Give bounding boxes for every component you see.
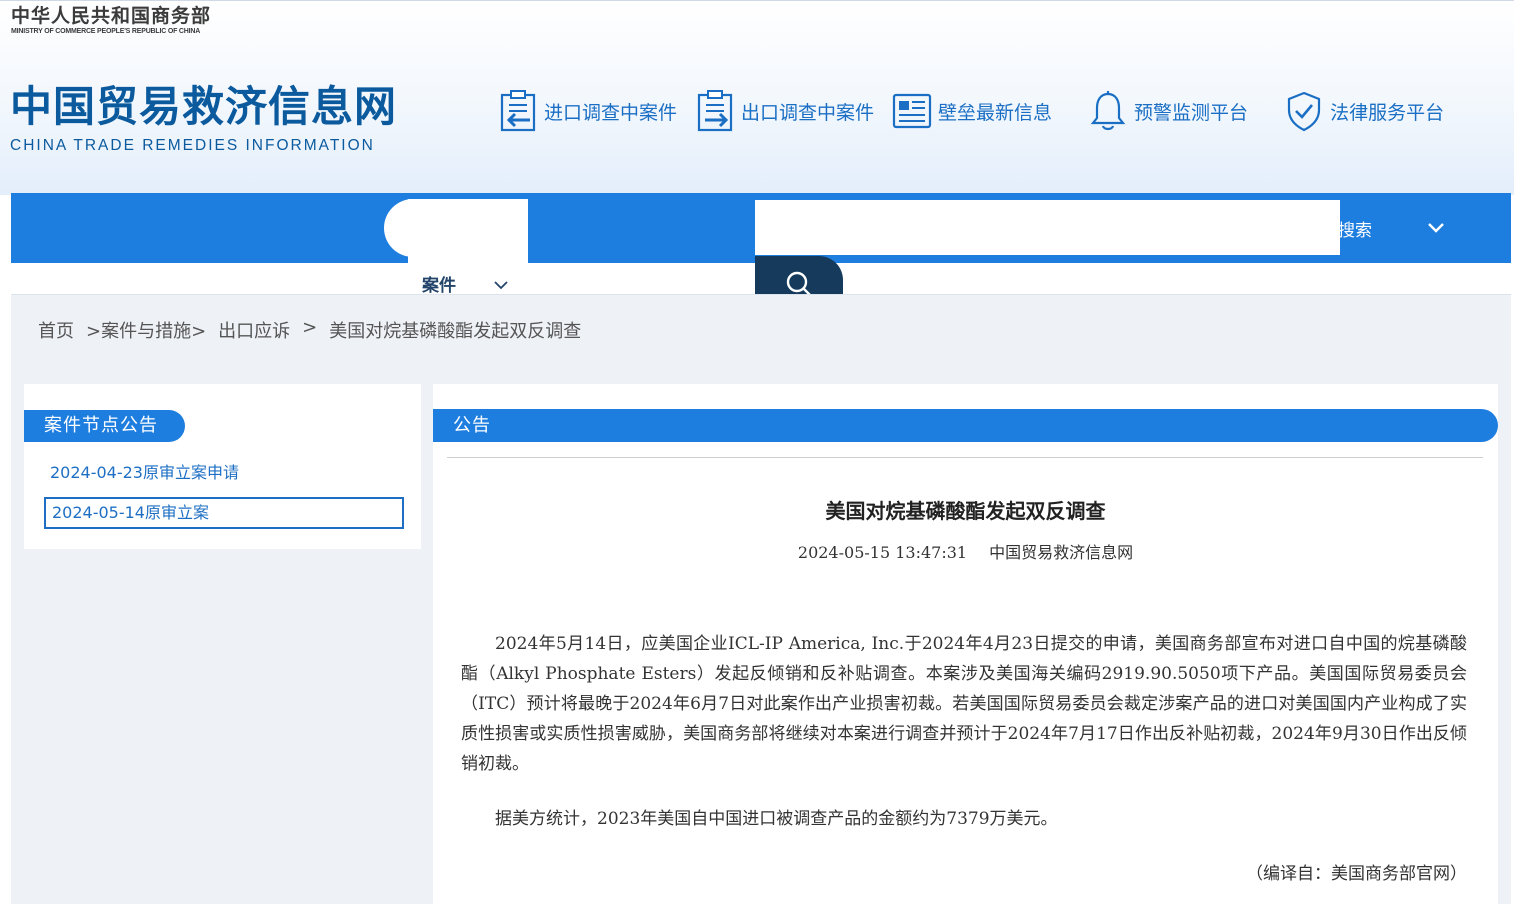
article-paragraph: 2024年5月14日，应美国企业ICL-IP America, Inc.于202… <box>461 634 1467 774</box>
advanced-search-chevron-icon[interactable] <box>1426 218 1446 242</box>
search-input[interactable] <box>755 200 1340 255</box>
advanced-search-link[interactable]: 搜索 <box>1338 216 1372 241</box>
nav-early-warning-label: 预警监测平台 <box>1134 101 1249 124</box>
shield-check-icon <box>1284 89 1324 133</box>
site-logo-en: CHINA TRADE REMEDIES INFORMATION <box>10 137 375 154</box>
nav-import-cases-label: 进口调查中案件 <box>544 101 678 124</box>
site-logo[interactable]: 中国贸易救济信息网 CHINA TRADE REMEDIES INFORMATI… <box>10 81 397 157</box>
top-nav: 进口调查中案件 出口调查中案件 壁垒最新信息 预警监测平台 法律服务平台 <box>498 89 1460 133</box>
nav-export-cases-label: 出口调查中案件 <box>741 101 875 124</box>
nav-barrier-news-label: 壁垒最新信息 <box>938 101 1053 124</box>
nav-export-cases[interactable]: 出口调查中案件 <box>695 89 874 133</box>
case-node-item-selected[interactable]: 2024-05-14原审立案 <box>44 497 404 529</box>
breadcrumb-export-response[interactable]: 出口应诉 <box>218 317 290 343</box>
ministry-name-cn: 中华人民共和国商务部 <box>11 5 212 27</box>
announcement-panel-title: 公告 <box>433 409 1498 442</box>
bell-icon <box>1088 89 1128 133</box>
breadcrumb-separator: > <box>302 317 318 338</box>
search-button[interactable] <box>755 256 843 296</box>
breadcrumb-cases-measures[interactable]: >案件与措施> <box>86 317 206 343</box>
page: 中华人民共和国商务部 MINISTRY OF COMMERCE PEOPLE'S… <box>0 0 1514 904</box>
case-node-panel-title: 案件节点公告 <box>24 410 185 442</box>
news-icon <box>892 89 932 133</box>
import-case-icon <box>498 89 538 133</box>
nav-legal-service[interactable]: 法律服务平台 <box>1284 89 1444 133</box>
article-meta: 2024-05-15 13:47:31 中国贸易救济信息网 <box>433 539 1498 563</box>
breadcrumb-current: 美国对烷基磷酸酯发起双反调查 <box>329 321 582 342</box>
chevron-down-icon <box>494 275 508 294</box>
article-source: 中国贸易救济信息网 <box>989 543 1134 562</box>
article-datetime: 2024-05-15 13:47:31 <box>797 543 968 562</box>
nav-import-cases[interactable]: 进口调查中案件 <box>498 89 677 133</box>
export-case-icon <box>695 89 735 133</box>
article-title: 美国对烷基磷酸酯发起双反调查 <box>825 499 1106 523</box>
divider <box>447 457 1483 458</box>
article-body: 2024年5月14日，应美国企业ICL-IP America, Inc.于202… <box>461 629 1467 889</box>
breadcrumb: 首页 >案件与措施> 出口应诉 > 美国对烷基磷酸酯发起双反调查 <box>38 317 581 343</box>
site-header: 中华人民共和国商务部 MINISTRY OF COMMERCE PEOPLE'S… <box>0 0 1514 195</box>
nav-barrier-news[interactable]: 壁垒最新信息 <box>892 89 1052 133</box>
breadcrumb-home[interactable]: 首页 <box>38 317 74 343</box>
nav-legal-service-label: 法律服务平台 <box>1330 101 1445 124</box>
article-credit: （编译自：美国商务部官网） <box>1246 864 1467 884</box>
case-node-panel: 案件节点公告 2024-04-23原审立案申请 2024-05-14原审立案 <box>24 384 421 549</box>
search-category-label: 案件 <box>422 276 456 296</box>
case-node-item[interactable]: 2024-04-23原审立案申请 <box>50 459 239 483</box>
article-paragraph: 据美方统计，2023年美国自中国进口被调查产品的金额约为7379万美元。 <box>495 809 1058 829</box>
site-logo-cn: 中国贸易救济信息网 <box>10 82 398 131</box>
announcement-panel: 公告 美国对烷基磷酸酯发起双反调查 2024-05-15 13:47:31 中国贸… <box>433 384 1498 904</box>
search-icon <box>786 271 812 296</box>
ministry-branding[interactable]: 中华人民共和国商务部 MINISTRY OF COMMERCE PEOPLE'S… <box>11 4 211 36</box>
nav-early-warning[interactable]: 预警监测平台 <box>1088 89 1248 133</box>
ministry-name-en: MINISTRY OF COMMERCE PEOPLE'S REPUBLIC O… <box>11 28 201 35</box>
